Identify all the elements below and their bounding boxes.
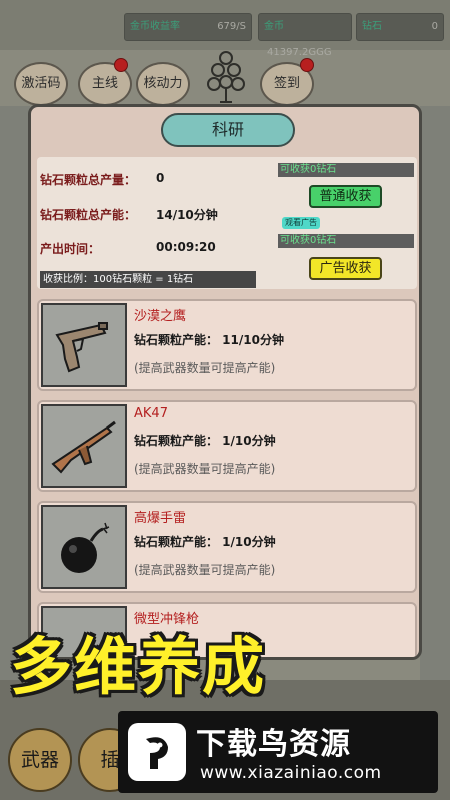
total-output-value: 0: [156, 171, 165, 185]
watermark: 下载鸟资源 www.xiazainiao.com: [118, 711, 438, 793]
weapons-button[interactable]: 武器: [8, 728, 72, 792]
watch-ad-tag: 观看广告: [282, 217, 320, 229]
weapon-card[interactable]: AK47 钻石颗粒产能： 1/10分钟 (提高武器数量可提高产能): [37, 400, 417, 492]
total-capacity-value: 14/10分钟: [156, 208, 218, 222]
activation-code-button[interactable]: 激活码: [14, 62, 68, 106]
panel-title: 科研: [161, 113, 295, 147]
weapon-hint: (提高武器数量可提高产能): [134, 462, 276, 476]
ad-harvest-amount: 可收获0钻石: [278, 234, 414, 248]
harvest-ratio-bar: 收获比例：100钻石颗粒 = 1钻石: [40, 271, 256, 288]
tree-emblem-icon: [204, 48, 248, 104]
bomb-icon: [41, 505, 127, 589]
research-panel: 科研 钻石颗粒总产量： 0 钻石颗粒总产能： 14/10分钟 产出时间： 00:…: [28, 104, 422, 660]
promo-banner-text: 多维养成: [10, 630, 267, 703]
rifle-icon: [41, 404, 127, 488]
normal-harvest-amount: 可收获0钻石: [278, 163, 414, 177]
diamond-value: 0: [431, 21, 438, 32]
gold-rate-box: 金币收益率 679/S: [124, 13, 252, 41]
watermark-title: 下载鸟资源: [196, 727, 351, 762]
weapon-name: AK47: [134, 406, 168, 421]
weapon-name: 高爆手雷: [134, 511, 187, 526]
output-time-label: 产出时间：: [40, 242, 101, 256]
gold-rate-label: 金币收益率: [130, 21, 180, 32]
gold-value: 41397.2GGG: [267, 47, 332, 58]
weapon-card[interactable]: 沙漠之鹰 钻石颗粒产能： 11/10分钟 (提高武器数量可提高产能): [37, 299, 417, 391]
total-output-label: 钻石颗粒总产量：: [40, 173, 137, 187]
weapon-rate: 钻石颗粒产能： 1/10分钟: [134, 535, 276, 549]
watermark-url: www.xiazainiao.com: [200, 763, 382, 783]
notification-dot: [300, 58, 314, 72]
output-time-value: 00:09:20: [156, 240, 216, 254]
total-capacity-label: 钻石颗粒总产能：: [40, 208, 137, 222]
left-background-strip: [0, 106, 30, 686]
pistol-icon: [41, 303, 127, 387]
weapon-name: 沙漠之鹰: [134, 309, 187, 324]
nuclear-power-button[interactable]: 核动力: [136, 62, 190, 106]
normal-harvest-button[interactable]: 普通收获: [309, 185, 382, 208]
gold-box: 金币 41397.2GGG: [258, 13, 352, 58]
top-status-bar: 金币收益率 679/S 金币 41397.2GGG 钻石 0: [0, 0, 450, 58]
weapon-card[interactable]: 高爆手雷 钻石颗粒产能： 1/10分钟 (提高武器数量可提高产能): [37, 501, 417, 593]
notification-dot: [114, 58, 128, 72]
research-info-box: 钻石颗粒总产量： 0 钻石颗粒总产能： 14/10分钟 产出时间： 00:09:…: [37, 157, 417, 289]
gold-label: 金币: [264, 21, 284, 32]
weapon-hint: (提高武器数量可提高产能): [134, 361, 276, 375]
weapon-hint: (提高武器数量可提高产能): [134, 563, 276, 577]
right-background-strip: [420, 106, 450, 686]
gold-rate-value: 679/S: [217, 21, 246, 32]
diamond-box: 钻石 0: [356, 13, 444, 41]
ad-harvest-button[interactable]: 广告收获: [309, 257, 382, 280]
weapon-rate: 钻石颗粒产能： 1/10分钟: [134, 434, 276, 448]
diamond-label: 钻石: [362, 21, 382, 32]
weapon-rate: 钻石颗粒产能： 11/10分钟: [134, 333, 284, 347]
bird-logo-icon: [128, 723, 186, 781]
